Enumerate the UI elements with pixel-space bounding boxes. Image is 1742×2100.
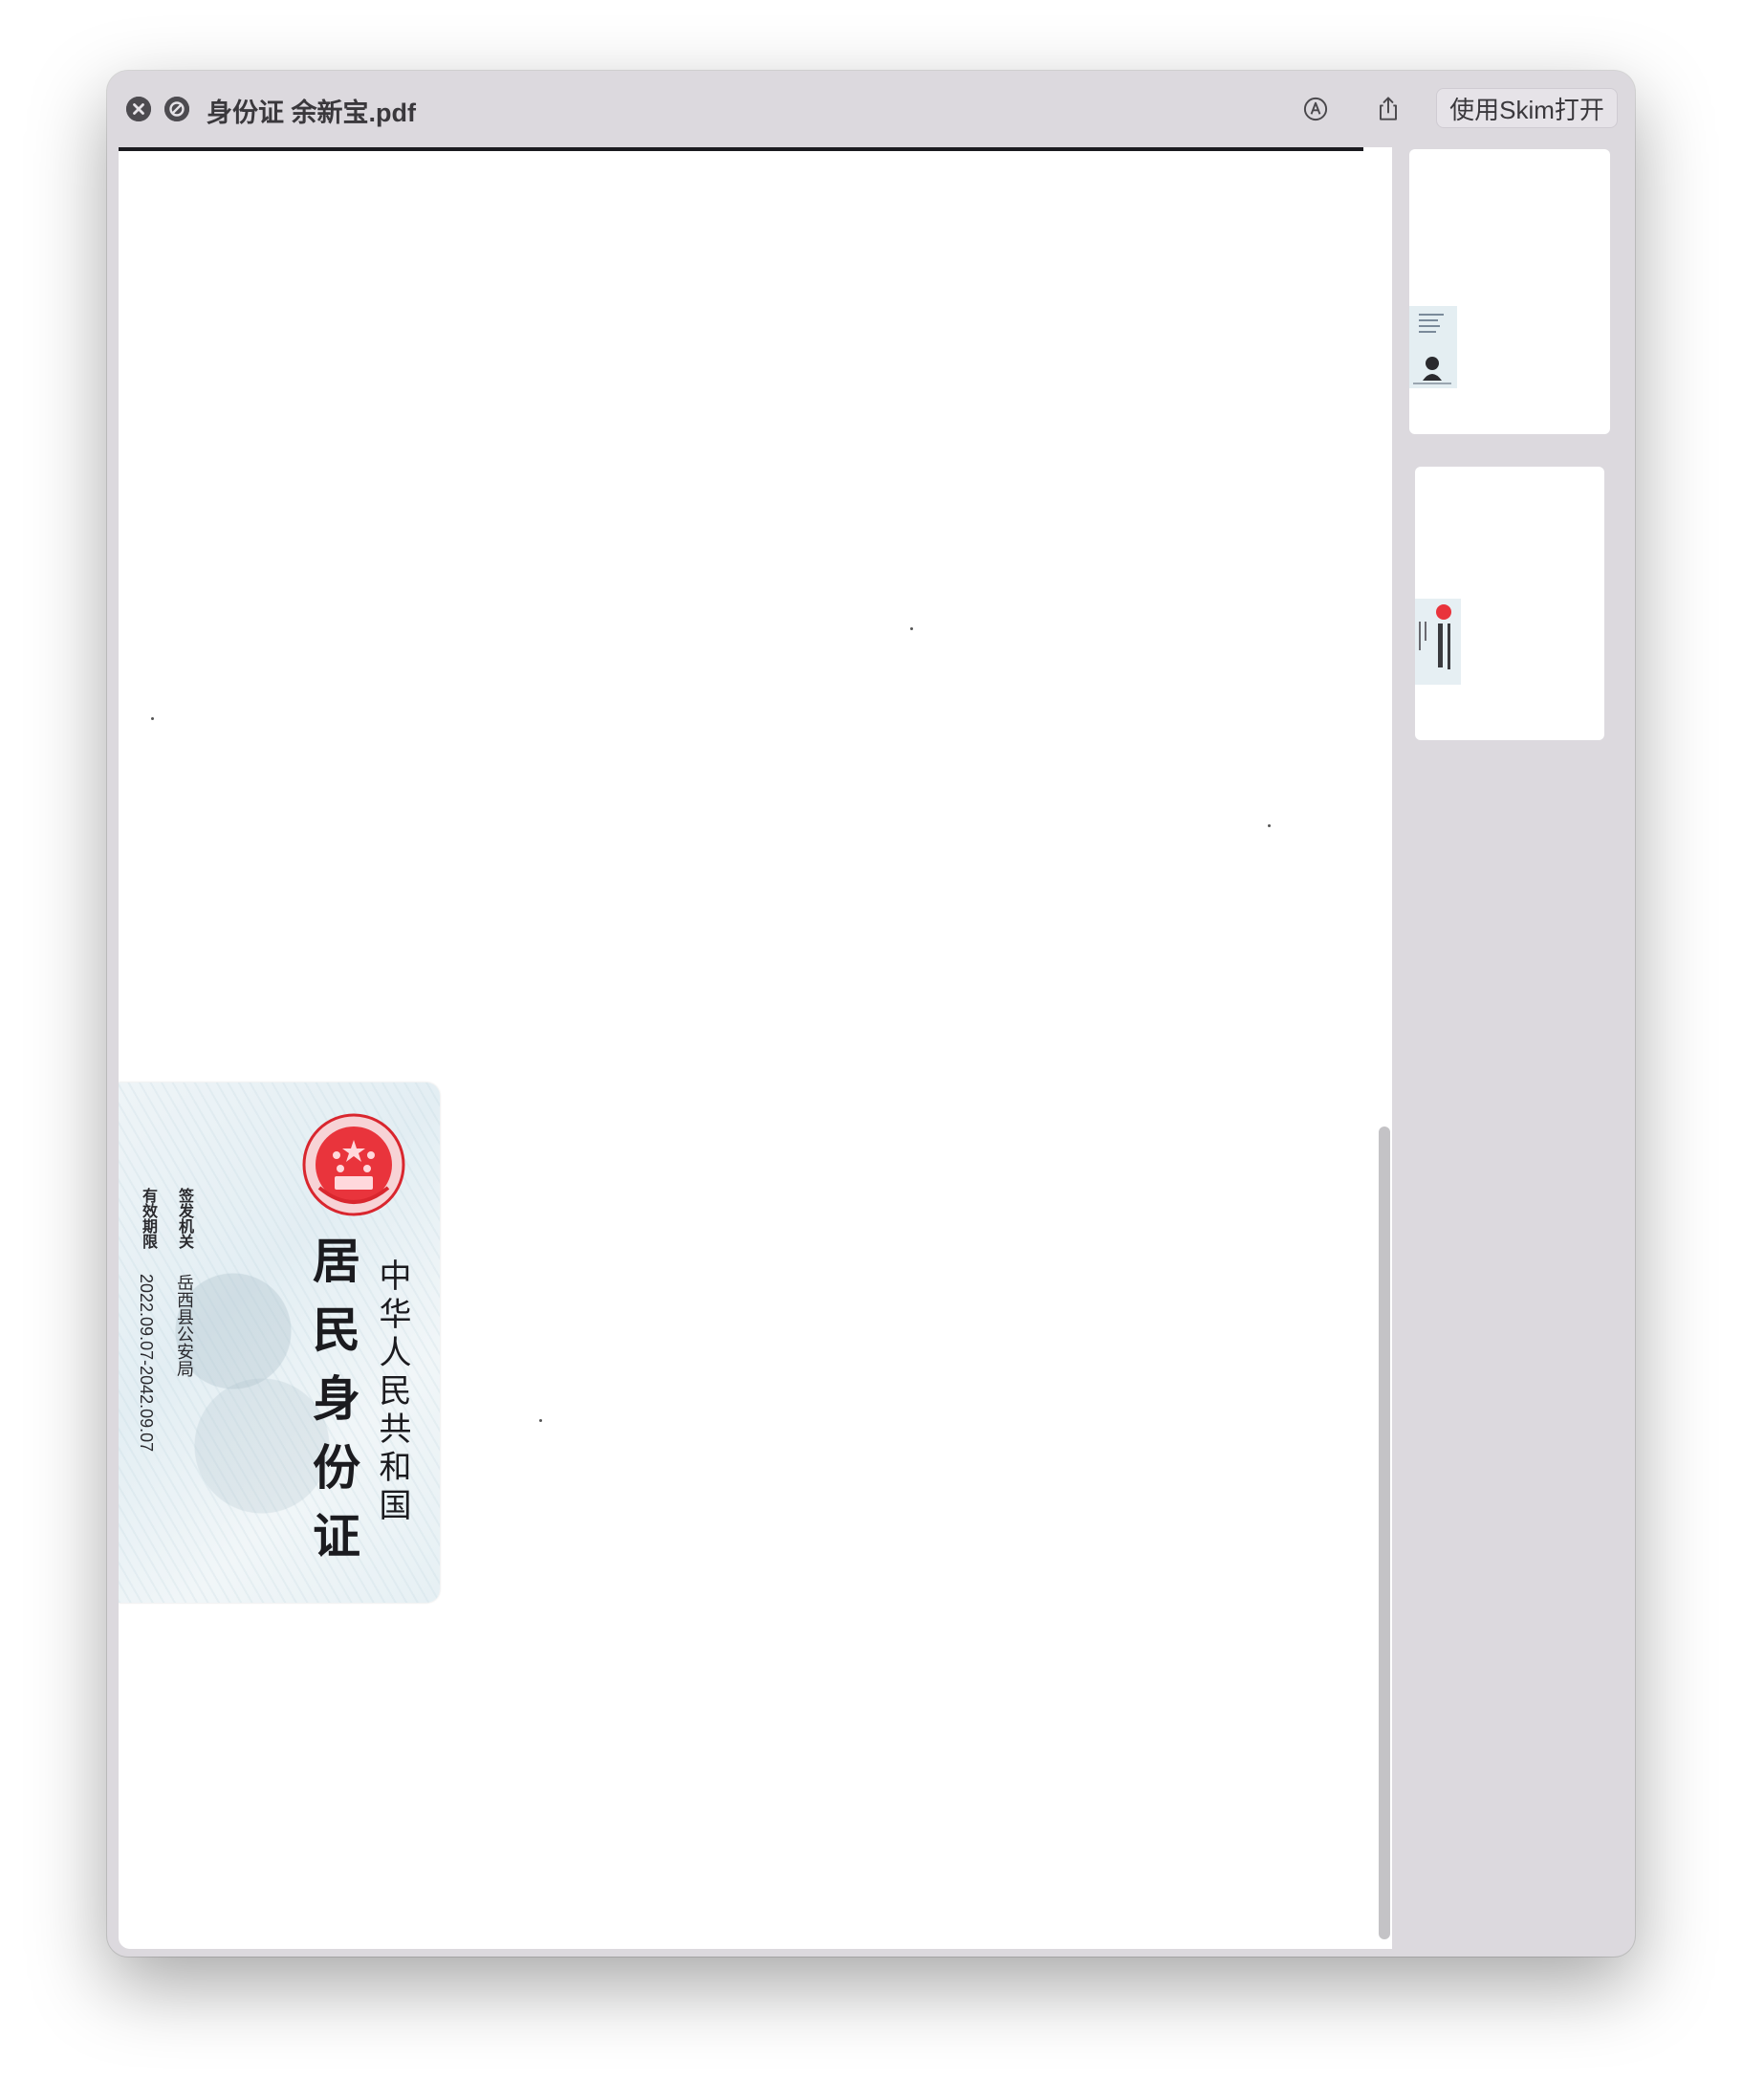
scan-speck <box>910 627 913 630</box>
issuer-value: 岳西县公安局 <box>175 1274 194 1377</box>
close-icon[interactable] <box>126 97 151 121</box>
thumb-card-front <box>1409 306 1457 388</box>
thumbnail-sidebar <box>1404 147 1635 1957</box>
scan-speck <box>1268 824 1271 827</box>
validity-value: 2022.09.07-2042.09.07 <box>137 1274 156 1453</box>
share-icon[interactable] <box>1371 92 1405 126</box>
scan-speck <box>151 717 154 720</box>
scan-speck <box>539 1419 542 1422</box>
issuer-label: 签发机关 <box>176 1188 192 1249</box>
validity-label: 有效期限 <box>140 1188 156 1249</box>
slash-circle-icon[interactable] <box>164 97 189 121</box>
thumb-card-back <box>1415 599 1461 685</box>
vertical-scrollbar[interactable] <box>1379 1127 1390 1939</box>
card-title: 居民身份证 <box>305 1236 361 1580</box>
card-country-name: 中华人民共和国 <box>373 1258 411 1526</box>
national-emblem-icon <box>302 1113 405 1216</box>
window-title: 身份证 余新宝.pdf <box>207 98 416 127</box>
quicklook-window: 身份证 余新宝.pdf 使用Skim打开 中华人民共和国 居民身份证 签发机关 … <box>107 71 1635 1957</box>
id-card-back-image: 中华人民共和国 居民身份证 签发机关 岳西县公安局 有效期限 2022.09.0… <box>119 1083 440 1603</box>
page-thumbnail-2[interactable] <box>1415 467 1604 740</box>
open-with-skim-button[interactable]: 使用Skim打开 <box>1436 88 1618 128</box>
markup-pen-icon[interactable] <box>1298 92 1333 126</box>
page-thumbnail-1[interactable] <box>1409 149 1610 434</box>
title-bar: 身份证 余新宝.pdf 使用Skim打开 <box>107 71 1635 147</box>
page-top-edge <box>119 147 1363 151</box>
pdf-page-view[interactable]: 中华人民共和国 居民身份证 签发机关 岳西县公安局 有效期限 2022.09.0… <box>119 147 1392 1949</box>
